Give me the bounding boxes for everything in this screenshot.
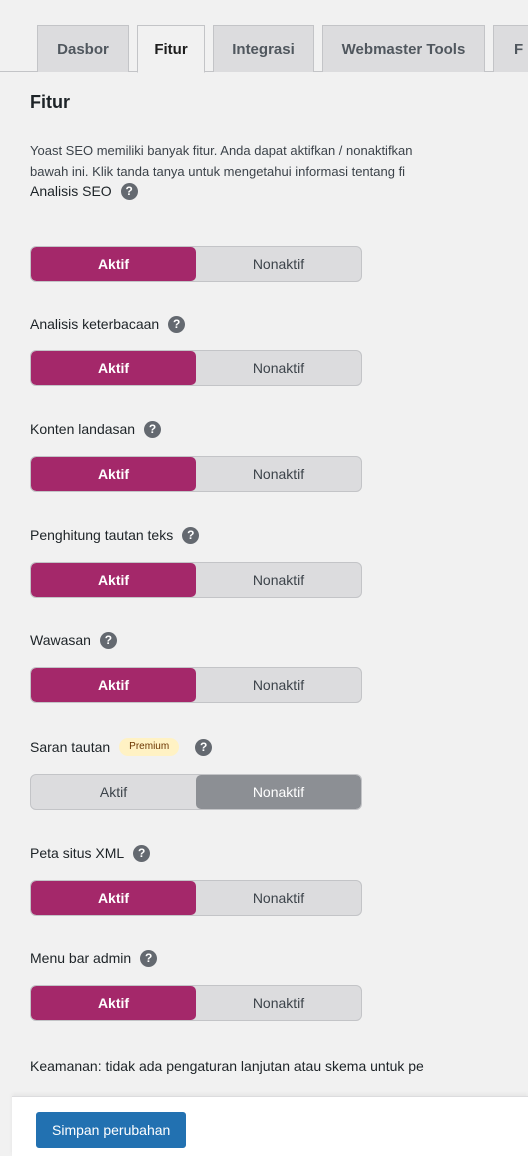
toggle-option-off[interactable]: Nonaktif [196,351,361,385]
toggle-option-on[interactable]: Aktif [31,775,196,809]
feature-label-admin-bar-menu: Menu bar admin ? [30,948,158,968]
save-bar: Simpan perubahan [12,1096,528,1156]
tab-integrasi[interactable]: Integrasi [213,25,314,72]
feature-name: Analisis SEO [30,183,112,199]
toggle-seo-analysis[interactable]: Aktif Nonaktif [30,246,362,282]
help-icon[interactable]: ? [195,738,213,756]
tab-dasbor[interactable]: Dasbor [37,25,129,72]
feature-label-cornerstone: Konten landasan ? [30,419,162,439]
toggle-text-link-counter[interactable]: Aktif Nonaktif [30,562,362,598]
feature-name: Saran tautan [30,739,111,755]
toggle-option-on[interactable]: Aktif [31,881,196,915]
feature-name: Menu bar admin [30,950,132,966]
toggle-option-on[interactable]: Aktif [31,986,196,1020]
toggle-option-on[interactable]: Aktif [31,247,196,281]
tab-webmaster-tools[interactable]: Webmaster Tools [322,25,485,72]
save-changes-button[interactable]: Simpan perubahan [36,1112,187,1148]
toggle-admin-bar-menu[interactable]: Aktif Nonaktif [30,985,362,1021]
help-icon[interactable]: ? [182,526,200,544]
feature-name: Analisis keterbacaan [30,316,160,332]
feature-name: Wawasan [30,632,91,648]
toggle-option-on[interactable]: Aktif [31,563,196,597]
feature-name: Peta situs XML [30,845,125,861]
feature-label-seo-analysis: Analisis SEO ? [30,181,138,201]
toggle-option-off[interactable]: Nonaktif [196,563,361,597]
help-icon[interactable]: ? [168,315,186,333]
feature-name: Konten landasan [30,421,136,437]
tab-more[interactable]: F [493,25,528,72]
page-description: Yoast SEO memiliki banyak fitur. Anda da… [30,140,528,182]
feature-label-readability: Analisis keterbacaan ? [30,314,186,334]
security-note: Keamanan: tidak ada pengaturan lanjutan … [30,1058,424,1074]
feature-label-xml-sitemaps: Peta situs XML ? [30,843,151,863]
yoast-features-page: Dasbor Fitur Integrasi Webmaster Tools F… [0,0,528,1156]
toggle-cornerstone[interactable]: Aktif Nonaktif [30,456,362,492]
toggle-option-on[interactable]: Aktif [31,457,196,491]
help-icon[interactable]: ? [140,949,158,967]
help-icon[interactable]: ? [120,182,138,200]
feature-label-link-suggestions: Saran tautan Premium ? [30,737,213,757]
feature-name: Penghitung tautan teks [30,527,174,543]
toggle-readability[interactable]: Aktif Nonaktif [30,350,362,386]
toggle-option-off[interactable]: Nonaktif [196,986,361,1020]
toggle-option-on[interactable]: Aktif [31,351,196,385]
toggle-link-suggestions[interactable]: Aktif Nonaktif [30,774,362,810]
premium-badge: Premium [119,738,180,756]
description-line-2: bawah ini. Klik tanda tanya untuk menget… [30,164,406,179]
settings-tabs: Dasbor Fitur Integrasi Webmaster Tools F [0,0,528,73]
toggle-option-off[interactable]: Nonaktif [196,881,361,915]
toggle-insights[interactable]: Aktif Nonaktif [30,667,362,703]
page-title: Fitur [30,92,70,112]
help-icon[interactable]: ? [99,631,117,649]
help-icon[interactable]: ? [133,844,151,862]
toggle-option-off[interactable]: Nonaktif [196,668,361,702]
description-line-1: Yoast SEO memiliki banyak fitur. Anda da… [30,143,413,158]
feature-label-insights: Wawasan ? [30,630,117,650]
feature-label-text-link-counter: Penghitung tautan teks ? [30,525,200,545]
toggle-option-off[interactable]: Nonaktif [196,775,361,809]
tab-fitur[interactable]: Fitur [137,25,205,73]
help-icon[interactable]: ? [144,420,162,438]
toggle-xml-sitemaps[interactable]: Aktif Nonaktif [30,880,362,916]
toggle-option-off[interactable]: Nonaktif [196,247,361,281]
toggle-option-off[interactable]: Nonaktif [196,457,361,491]
toggle-option-on[interactable]: Aktif [31,668,196,702]
